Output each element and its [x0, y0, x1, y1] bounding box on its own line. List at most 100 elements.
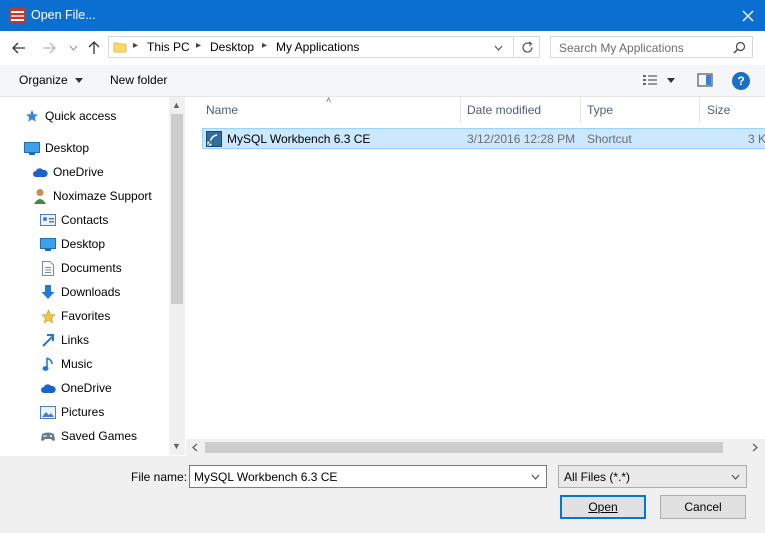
- sidebar-item-label: Saved Games: [61, 429, 138, 443]
- sidebar-item-contacts[interactable]: Contacts: [40, 209, 184, 231]
- file-name: MySQL Workbench 6.3 CE: [227, 132, 371, 146]
- download-icon: [40, 284, 56, 300]
- sidebar-item-downloads[interactable]: Downloads: [40, 281, 184, 303]
- sidebar-item-favorites[interactable]: Favorites: [40, 305, 184, 327]
- desktop-icon: [40, 236, 56, 252]
- chevron-down-icon[interactable]: [531, 474, 540, 480]
- sidebar-item-label: Favorites: [61, 309, 111, 323]
- file-name-value: MySQL Workbench 6.3 CE: [194, 470, 338, 484]
- scroll-left-icon[interactable]: [192, 443, 198, 452]
- help-icon: ?: [737, 74, 745, 88]
- cancel-button-label: Cancel: [684, 500, 722, 514]
- sidebar-item-label: OneDrive: [61, 381, 112, 395]
- search-placeholder: Search My Applications: [559, 41, 684, 55]
- view-options-icon[interactable]: [642, 73, 658, 87]
- breadcrumb-my-applications[interactable]: My Applications: [276, 40, 359, 54]
- new-folder-button[interactable]: New folder: [110, 73, 167, 87]
- file-type-filter[interactable]: All Files (*.*): [558, 465, 747, 488]
- sidebar-item-music[interactable]: Music: [40, 353, 184, 375]
- column-header-date[interactable]: Date modified: [467, 103, 541, 117]
- scrollbar-thumb[interactable]: [205, 442, 723, 453]
- column-header-type[interactable]: Type: [587, 103, 613, 117]
- sidebar-item-pictures[interactable]: Pictures: [40, 401, 184, 423]
- chevron-right-icon: ▸: [196, 40, 202, 51]
- up-button[interactable]: [85, 39, 103, 57]
- column-divider[interactable]: [580, 97, 581, 123]
- sidebar-item-label: Contacts: [61, 213, 109, 227]
- title-bar: Open File...: [0, 0, 765, 31]
- pictures-icon: [40, 404, 56, 420]
- file-name-label: File name:: [131, 470, 188, 484]
- table-row[interactable]: MySQL Workbench 6.3 CE 3/12/2016 12:28 P…: [202, 128, 765, 149]
- document-icon: [40, 260, 56, 276]
- close-button[interactable]: [731, 0, 765, 31]
- organize-button[interactable]: Organize: [19, 73, 84, 87]
- refresh-icon: [521, 40, 533, 53]
- column-header-name[interactable]: Name: [206, 103, 238, 117]
- cloud-icon: [40, 380, 56, 396]
- chevron-down-icon: [75, 78, 84, 84]
- breadcrumb-desktop[interactable]: Desktop: [210, 40, 254, 54]
- column-header-size[interactable]: Size: [707, 103, 730, 117]
- file-type: Shortcut: [587, 132, 632, 146]
- desktop-icon: [24, 140, 40, 156]
- chevron-down-icon: [69, 45, 77, 51]
- arrow-up-icon: [88, 41, 100, 54]
- sidebar-item-label: Downloads: [61, 285, 121, 299]
- close-icon: [742, 10, 754, 21]
- preview-pane-icon[interactable]: [697, 73, 713, 87]
- forward-button[interactable]: [40, 39, 58, 57]
- arrow-right-icon: [43, 42, 56, 54]
- address-dropdown-icon[interactable]: [494, 45, 503, 51]
- sidebar-item-label: Desktop: [45, 141, 90, 155]
- chevron-down-icon[interactable]: [667, 78, 675, 83]
- search-input[interactable]: Search My Applications: [550, 36, 753, 58]
- horizontal-scrollbar[interactable]: [186, 439, 765, 456]
- music-icon: [40, 356, 56, 372]
- user-icon: [32, 188, 48, 204]
- sidebar-item-links[interactable]: Links: [40, 329, 184, 351]
- command-bar: Organize New folder ?: [0, 65, 765, 97]
- column-divider[interactable]: [699, 97, 700, 123]
- help-button[interactable]: ?: [732, 72, 750, 90]
- back-button[interactable]: [10, 39, 28, 57]
- file-size: 3 K: [748, 132, 765, 146]
- sidebar-item-label: Documents: [61, 261, 122, 275]
- search-icon: [733, 41, 746, 54]
- breadcrumb-this-pc[interactable]: This PC: [147, 40, 190, 54]
- scroll-down-icon[interactable]: ▼: [172, 441, 181, 451]
- shortcut-icon: [206, 131, 222, 147]
- sidebar-item-label: Music: [61, 357, 93, 371]
- sidebar-item-label: Quick access: [45, 109, 117, 123]
- sidebar-item-label: OneDrive: [53, 165, 104, 179]
- folder-icon: [113, 42, 127, 53]
- scrollbar-thumb[interactable]: [171, 114, 183, 304]
- refresh-button[interactable]: [515, 36, 540, 58]
- sidebar-item-noximaze-support[interactable]: Noximaze Support: [32, 185, 184, 207]
- recent-locations-button[interactable]: [64, 39, 82, 57]
- sidebar-scrollbar[interactable]: ▲ ▼: [169, 97, 185, 455]
- address-bar[interactable]: ▸ This PC ▸ Desktop ▸ My Applications: [108, 36, 514, 58]
- sidebar-item-desktop-root[interactable]: Desktop: [24, 137, 184, 159]
- sidebar-item-onedrive-2[interactable]: OneDrive: [40, 377, 184, 399]
- cancel-button[interactable]: Cancel: [660, 495, 746, 519]
- sidebar-item-label: Noximaze Support: [53, 189, 152, 203]
- scroll-right-icon[interactable]: [752, 443, 758, 452]
- sidebar-item-label: Desktop: [61, 237, 106, 251]
- open-button[interactable]: Open: [560, 495, 646, 519]
- sidebar-item-desktop[interactable]: Desktop: [40, 233, 184, 255]
- sidebar-item-documents[interactable]: Documents: [40, 257, 184, 279]
- organize-label: Organize: [19, 73, 68, 87]
- column-divider[interactable]: [460, 97, 461, 123]
- file-name-field[interactable]: MySQL Workbench 6.3 CE: [189, 465, 547, 488]
- file-type-filter-value: All Files (*.*): [564, 470, 631, 484]
- sidebar-item-quick-access[interactable]: Quick access: [24, 105, 184, 127]
- contacts-icon: [40, 212, 56, 228]
- scroll-up-icon[interactable]: ▲: [172, 100, 181, 110]
- star-icon: [24, 108, 40, 124]
- sidebar-item-saved-games[interactable]: Saved Games: [40, 425, 184, 447]
- sidebar-item-onedrive[interactable]: OneDrive: [32, 161, 184, 183]
- navigation-pane: Quick access Desktop OneDrive Noximaze S…: [0, 97, 185, 455]
- app-icon: [9, 8, 26, 23]
- sort-ascending-icon: ˄: [326, 97, 332, 105]
